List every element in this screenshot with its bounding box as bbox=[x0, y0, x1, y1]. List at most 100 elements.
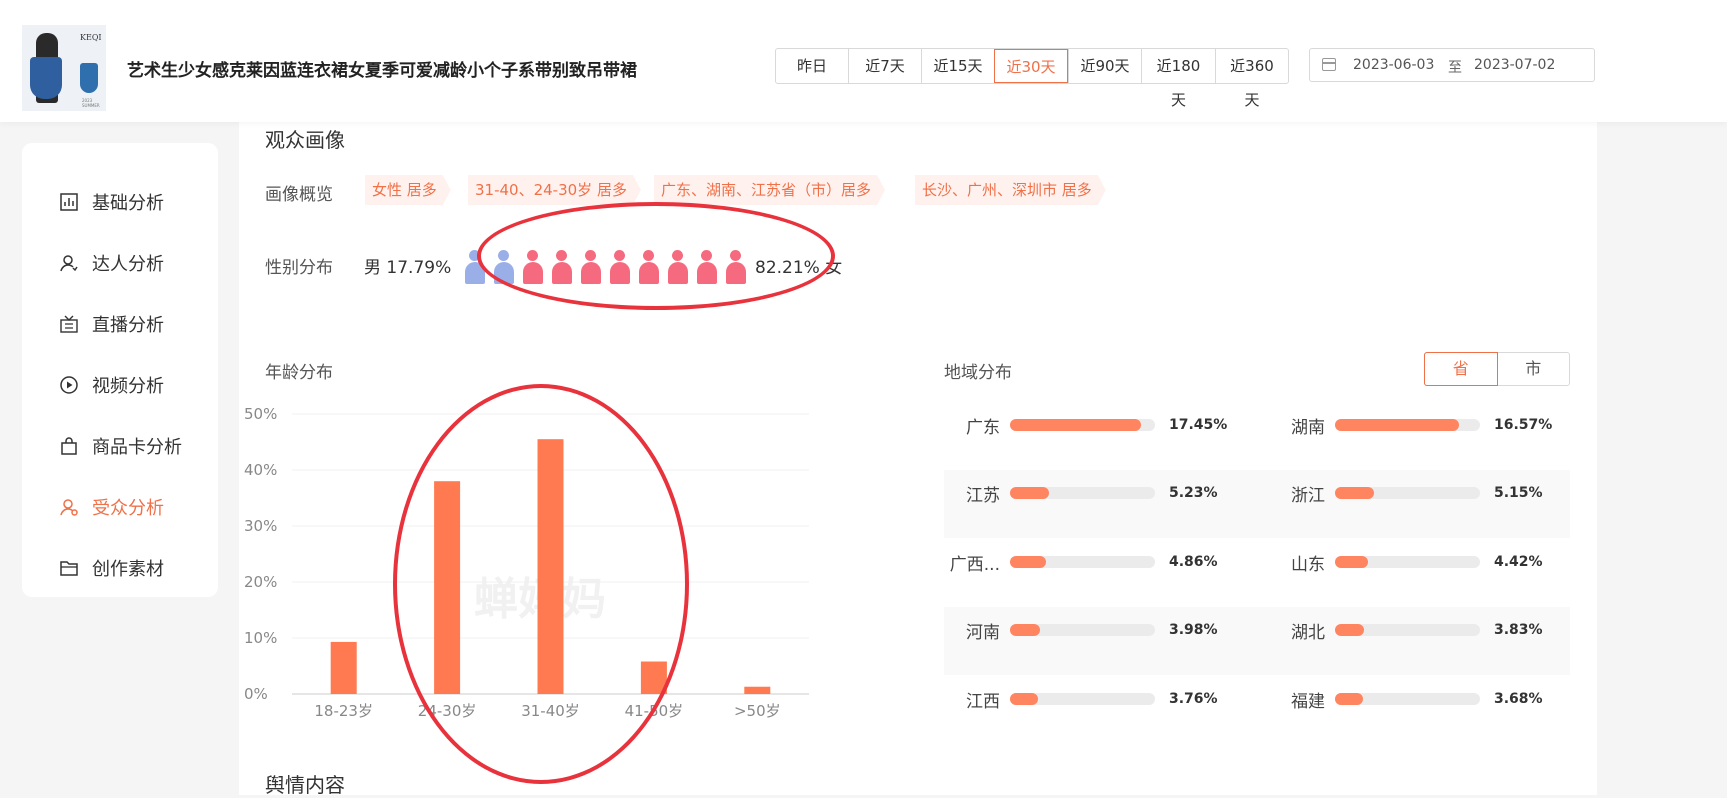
age-bar bbox=[330, 641, 357, 694]
range-15d[interactable]: 近15天 bbox=[921, 49, 994, 83]
region-percent: 16.57% bbox=[1494, 417, 1553, 433]
toggle-province[interactable]: 省 bbox=[1424, 352, 1498, 386]
region-bar-track bbox=[1010, 419, 1155, 431]
x-tick-label: 18-23岁 bbox=[314, 702, 373, 720]
range-30d[interactable]: 近30天 bbox=[994, 49, 1068, 83]
region-row: 浙江 5.15% bbox=[1269, 483, 1543, 506]
region-row: 江苏 5.23% bbox=[944, 483, 1218, 506]
top-header: KEQI 2023 SUMMER 艺术生少女感克莱因蓝连衣裙女夏季可爱减龄小个子… bbox=[0, 0, 1727, 122]
row-band bbox=[944, 470, 1570, 538]
live-icon bbox=[60, 315, 78, 333]
region-row: 福建 3.68% bbox=[1269, 689, 1543, 712]
range-7d[interactable]: 近7天 bbox=[848, 49, 921, 83]
age-bar bbox=[537, 439, 564, 694]
sidebar-item-label: 商品卡分析 bbox=[92, 437, 182, 458]
sidebar-item-audience[interactable]: 受众分析 bbox=[60, 494, 164, 520]
portrait-tag: 长沙、广州、深圳市 居多 bbox=[915, 175, 1106, 205]
sidebar-item-live[interactable]: 直播分析 bbox=[60, 311, 164, 337]
age-bar bbox=[434, 481, 461, 694]
user-icon bbox=[60, 254, 78, 272]
y-tick-label: 10% bbox=[244, 629, 277, 647]
bar-chart-icon bbox=[60, 193, 78, 211]
age-chart: 蝉妈妈0%10%20%30%40%50%18-23岁24-30岁31-40岁41… bbox=[244, 405, 809, 720]
sidebar-item-product-card[interactable]: 商品卡分析 bbox=[60, 433, 182, 459]
folder-icon bbox=[60, 559, 78, 577]
region-bar-fill bbox=[1010, 487, 1050, 499]
region-row: 广西... 4.86% bbox=[944, 552, 1218, 575]
region-bar-fill bbox=[1335, 487, 1374, 499]
region-row: 广东 17.45% bbox=[944, 415, 1228, 438]
region-bar-fill bbox=[1335, 624, 1364, 636]
sidebar-item-label: 基础分析 bbox=[92, 193, 164, 214]
region-name: 江西 bbox=[966, 691, 1000, 712]
region-row: 河南 3.98% bbox=[944, 620, 1218, 643]
region-bar-track bbox=[1335, 556, 1480, 568]
row-band bbox=[944, 607, 1570, 675]
region-bar-track bbox=[1010, 624, 1155, 636]
region-name: 山东 bbox=[1291, 554, 1325, 575]
date-picker[interactable]: 2023-06-03 至 2023-07-02 bbox=[1309, 48, 1595, 82]
region-row: 山东 4.42% bbox=[1269, 552, 1543, 575]
region-bar-fill bbox=[1010, 556, 1047, 568]
range-360d[interactable]: 近360天 bbox=[1215, 49, 1288, 109]
region-row: 湖南 16.57% bbox=[1269, 415, 1553, 438]
age-bar bbox=[640, 661, 667, 694]
region-row: 江西 3.76% bbox=[944, 689, 1218, 712]
y-tick-label: 20% bbox=[244, 573, 277, 591]
region-bar-fill bbox=[1010, 693, 1039, 705]
range-yesterday[interactable]: 昨日 bbox=[776, 49, 848, 83]
sidebar-item-basic[interactable]: 基础分析 bbox=[60, 189, 164, 215]
region-bar-track bbox=[1010, 487, 1155, 499]
sidebar-item-influencer[interactable]: 达人分析 bbox=[60, 250, 164, 276]
date-end[interactable]: 2023-07-02 bbox=[1474, 57, 1555, 73]
thumb-dress bbox=[30, 57, 62, 99]
thumb-brand: KEQI bbox=[80, 33, 102, 42]
date-separator: 至 bbox=[1448, 60, 1462, 76]
sidebar: 基础分析 达人分析 直播分析 视频分析 商品卡分析 受众分析 创作素材 bbox=[22, 143, 218, 597]
region-bar-fill bbox=[1335, 693, 1363, 705]
region-bar-fill bbox=[1010, 419, 1141, 431]
y-tick-label: 40% bbox=[244, 461, 277, 479]
region-name: 福建 bbox=[1291, 691, 1325, 712]
region-bar-track bbox=[1335, 624, 1480, 636]
thumb-note: 2023 SUMMER bbox=[82, 98, 100, 108]
region-bar-fill bbox=[1010, 624, 1040, 636]
product-title: 艺术生少女感克莱因蓝连衣裙女夏季可爱减龄小个子系带别致吊带裙 bbox=[127, 61, 637, 81]
x-tick-label: 31-40岁 bbox=[521, 702, 580, 720]
sidebar-item-label: 创作素材 bbox=[92, 559, 164, 580]
date-start[interactable]: 2023-06-03 bbox=[1353, 57, 1434, 73]
region-bar-track bbox=[1010, 556, 1155, 568]
region-bar-track bbox=[1335, 487, 1480, 499]
region-percent: 5.15% bbox=[1494, 485, 1543, 501]
product-thumbnail[interactable]: KEQI 2023 SUMMER bbox=[22, 25, 106, 111]
region-row: 湖北 3.83% bbox=[1269, 620, 1543, 643]
bag-icon bbox=[60, 437, 78, 455]
range-90d[interactable]: 近90天 bbox=[1068, 49, 1141, 83]
sidebar-item-label: 直播分析 bbox=[92, 315, 164, 336]
region-bar-fill bbox=[1335, 419, 1459, 431]
y-tick-label: 30% bbox=[244, 517, 277, 535]
play-icon bbox=[60, 376, 78, 394]
x-tick-label: 24-30岁 bbox=[418, 702, 477, 720]
sidebar-item-label: 达人分析 bbox=[92, 254, 164, 275]
age-bar bbox=[744, 686, 771, 694]
audience-panel: 观众画像 画像概览 女性 居多 31-40、24-30岁 居多 广东、湖南、江苏… bbox=[239, 122, 1597, 797]
region-title: 地域分布 bbox=[944, 363, 1012, 383]
sidebar-item-label: 视频分析 bbox=[92, 376, 164, 397]
region-percent: 3.98% bbox=[1169, 622, 1218, 638]
region-bar-track bbox=[1010, 693, 1155, 705]
region-name: 河南 bbox=[966, 622, 1000, 643]
sidebar-item-creative[interactable]: 创作素材 bbox=[60, 555, 164, 581]
region-bar-track bbox=[1335, 693, 1480, 705]
sidebar-item-video[interactable]: 视频分析 bbox=[60, 372, 164, 398]
x-tick-label: 41-50岁 bbox=[625, 702, 684, 720]
audience-icon bbox=[60, 498, 78, 516]
region-percent: 17.45% bbox=[1169, 417, 1228, 433]
region-percent: 5.23% bbox=[1169, 485, 1218, 501]
region-name: 浙江 bbox=[1291, 485, 1325, 506]
toggle-city[interactable]: 市 bbox=[1498, 353, 1570, 385]
range-180d[interactable]: 近180天 bbox=[1141, 49, 1215, 109]
x-tick-label: >50岁 bbox=[734, 702, 781, 720]
section-title-sentiment: 舆情内容 bbox=[265, 773, 345, 797]
region-percent: 3.76% bbox=[1169, 691, 1218, 707]
